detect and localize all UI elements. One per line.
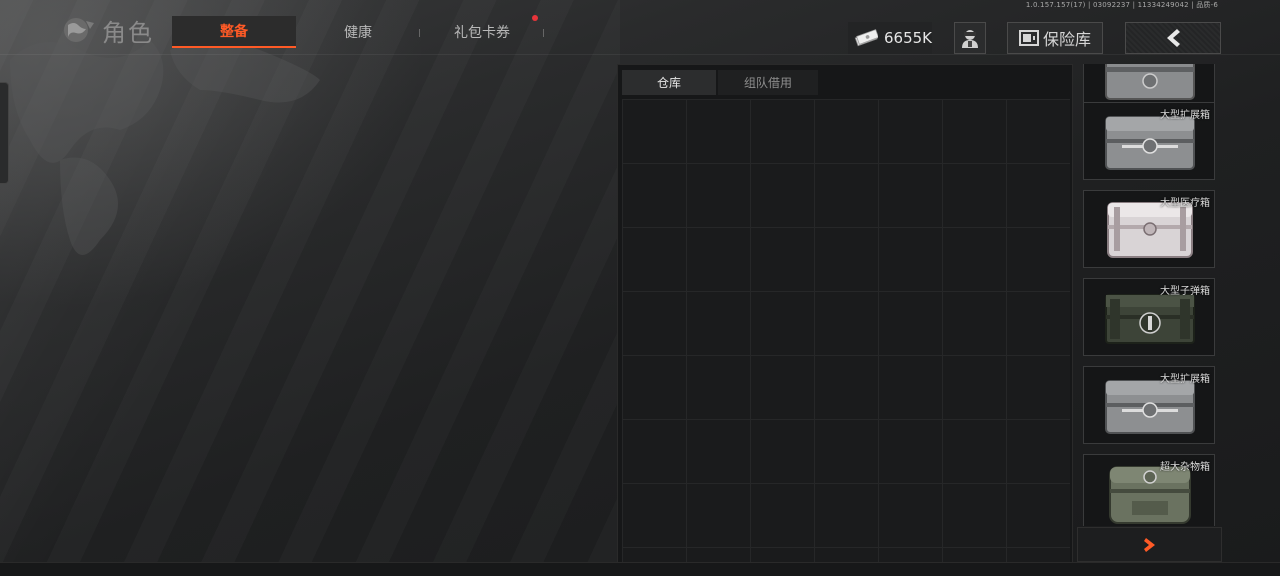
tab-gift-coupons[interactable]: 礼包卡券 — [420, 15, 544, 48]
container-item-name: 大型扩展箱 — [1160, 110, 1210, 121]
container-item[interactable]: 大型子弹箱 — [1083, 278, 1215, 356]
tab-team-borrow[interactable]: 组队借用 — [718, 70, 818, 95]
agent-icon — [962, 30, 978, 48]
world-map-icon — [64, 18, 94, 42]
notification-dot — [532, 15, 538, 21]
tab-health-label: 健康 — [344, 25, 372, 41]
tab-preparation-label: 整备 — [220, 24, 248, 40]
container-item-name: 大型子弹箱 — [1160, 286, 1210, 297]
storage-grid[interactable] — [622, 99, 1070, 563]
page-title-text: 角色 — [102, 18, 154, 47]
tab-warehouse[interactable]: 仓库 — [622, 70, 716, 95]
container-box-icon — [1105, 64, 1195, 100]
vault-button-label: 保险库 — [1042, 30, 1091, 49]
storage-tabs: 仓库 组队借用 — [622, 70, 818, 95]
bottom-bar — [0, 562, 1280, 576]
tab-warehouse-label: 仓库 — [656, 76, 681, 90]
agent-button[interactable] — [954, 22, 986, 54]
container-list: 大型扩展箱 大型医疗箱 大型子弹箱 大型扩展箱 超大杂物箱 — [1077, 64, 1222, 526]
next-page-button[interactable] — [1077, 527, 1222, 562]
currency-value: 6655K — [883, 29, 932, 47]
container-item[interactable]: 大型扩展箱 — [1083, 366, 1215, 444]
container-item[interactable]: 超大杂物箱 — [1083, 454, 1215, 526]
side-panel-handle[interactable] — [0, 82, 9, 184]
container-item-name: 大型医疗箱 — [1160, 198, 1210, 209]
background-light-rays — [0, 0, 620, 576]
tab-team-borrow-label: 组队借用 — [743, 76, 792, 90]
storage-panel: 仓库 组队借用 — [617, 64, 1073, 564]
main-tabs: 整备 健康 礼包卡券 — [172, 15, 544, 48]
container-item-name: 大型扩展箱 — [1160, 374, 1210, 385]
vault-button[interactable]: 保险库 — [1007, 22, 1103, 54]
tab-preparation[interactable]: 整备 — [172, 16, 296, 48]
tab-gift-coupons-label: 礼包卡券 — [454, 25, 510, 41]
world-map-decoration — [10, 40, 320, 255]
container-item-name: 超大杂物箱 — [1160, 462, 1210, 473]
currency-display: 6655K — [848, 22, 932, 54]
tab-divider — [543, 29, 544, 37]
top-bar: 角色 整备 健康 礼包卡券 6655K 保险库 — [0, 8, 1280, 55]
tab-health[interactable]: 健康 — [296, 16, 420, 48]
cash-stack-icon — [854, 29, 878, 47]
page-title: 角色 — [60, 14, 154, 47]
container-item[interactable]: 大型医疗箱 — [1083, 190, 1215, 268]
safe-icon — [1018, 30, 1039, 46]
container-item[interactable]: 大型扩展箱 — [1083, 102, 1215, 180]
chevron-left-icon — [1167, 29, 1180, 47]
game-screen: 1.0.157.157(17) | 03092237 | 11334249042… — [0, 0, 1280, 576]
arrow-right-icon — [1143, 537, 1155, 552]
back-button[interactable] — [1125, 22, 1221, 54]
